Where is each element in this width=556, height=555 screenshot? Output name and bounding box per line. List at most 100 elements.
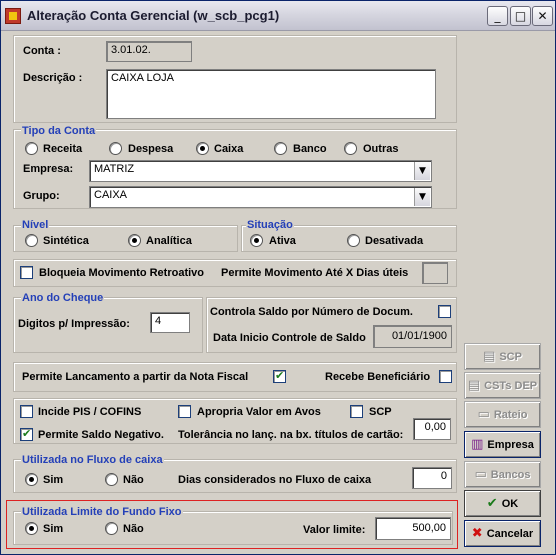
cancelar-button[interactable]: ✖ Cancelar (464, 520, 541, 547)
radio-banco-label: Banco (293, 143, 327, 155)
radio-ativa-label: Ativa (269, 235, 296, 247)
grupo-value: CAIXA (94, 189, 128, 201)
dias-fluxo-field[interactable]: 0 (412, 467, 452, 489)
folder-icon: ▭ (477, 407, 490, 422)
empresa-label: Empresa: (23, 163, 74, 175)
grupo-label: Grupo: (23, 190, 60, 202)
scp-checkbox[interactable] (350, 405, 363, 418)
radio-fundo-nao-label: Não (123, 523, 144, 535)
scp-icon: ▤ (483, 349, 496, 364)
rateio-button-label: Rateio (493, 408, 528, 421)
bancos-button-label: Bancos (490, 468, 531, 481)
empresa-button-label: Empresa (487, 438, 534, 451)
saldo-negativo-checkbox[interactable] (20, 427, 33, 441)
bloqueia-checkbox[interactable] (20, 266, 33, 279)
recebe-beneficiario-checkbox[interactable] (439, 370, 452, 383)
scp-button-label: SCP (499, 350, 522, 363)
radio-banco[interactable] (274, 142, 287, 155)
radio-outras[interactable] (344, 142, 357, 155)
saldo-negativo-label: Permite Saldo Negativo. (38, 429, 164, 441)
controla-saldo-checkbox[interactable] (438, 305, 451, 318)
radio-receita[interactable] (25, 142, 38, 155)
csts-dep-button[interactable]: ▤ CSTs DEP (464, 372, 541, 399)
empresa-button[interactable]: ▥ Empresa (464, 431, 541, 458)
nivel-title: Nível (21, 219, 50, 231)
radio-fluxo-nao[interactable] (105, 473, 118, 486)
scp-button[interactable]: ▤ SCP (464, 343, 541, 370)
ok-button-label: OK (501, 497, 519, 510)
grupo-select[interactable]: CAIXA ▼ (89, 186, 432, 208)
rateio-button[interactable]: ▭ Rateio (464, 401, 541, 428)
permite-lancamento-checkbox[interactable] (273, 369, 286, 383)
cancelar-button-label: Cancelar (486, 527, 534, 540)
close-button[interactable]: ✕ (532, 6, 553, 26)
csts-icon: ▤ (467, 378, 481, 393)
radio-outras-label: Outras (363, 143, 399, 155)
csts-dep-button-label: CSTs DEP (484, 379, 538, 392)
radio-fluxo-sim-label: Sim (43, 474, 64, 486)
radio-receita-label: Receita (43, 143, 83, 155)
conta-field[interactable]: 3.01.02. (106, 41, 192, 62)
digitos-label: Digitos p/ Impressão: (18, 318, 130, 330)
radio-ativa[interactable] (250, 234, 263, 247)
tolerancia-field[interactable]: 0,00 (413, 418, 451, 440)
maximize-button[interactable]: □ (510, 6, 531, 26)
fundo-fixo-title: Utilizada Limite do Fundo Fixo (21, 506, 183, 518)
radio-fluxo-sim[interactable] (25, 473, 38, 486)
minimize-button[interactable]: _ (487, 6, 508, 26)
descricao-field[interactable]: CAIXA LOJA (106, 69, 436, 119)
radio-fundo-sim[interactable] (25, 522, 38, 535)
tipo-conta-title: Tipo da Conta (21, 125, 97, 137)
ok-button[interactable]: ✔ OK (464, 490, 541, 517)
radio-desativada-label: Desativada (365, 235, 424, 247)
controla-saldo-label: Controla Saldo por Número de Docum. (210, 306, 413, 318)
valor-limite-label: Valor limite: (303, 524, 366, 536)
dias-uteis-label: Permite Movimento Até X Dias úteis (221, 267, 409, 279)
check-icon: ✔ (486, 496, 498, 511)
factory-icon: ▥ (471, 437, 484, 452)
radio-sintetica-label: Sintética (43, 235, 89, 247)
dialog-window: Alteração Conta Gerencial (w_scb_pcg1) _… (0, 0, 556, 555)
incide-pis-checkbox[interactable] (20, 405, 33, 418)
radio-caixa[interactable] (196, 142, 209, 155)
empresa-select[interactable]: MATRIZ ▼ (89, 160, 432, 182)
bancos-button[interactable]: ▭ Bancos (464, 461, 541, 488)
data-controle-label: Data Inicio Controle de Saldo (213, 332, 366, 344)
radio-analitica[interactable] (128, 234, 141, 247)
data-controle-field[interactable]: 01/01/1900 (373, 325, 452, 348)
bloqueia-label: Bloqueia Movimento Retroativo (39, 267, 205, 279)
apropria-avos-label: Apropria Valor em Avos (197, 406, 321, 418)
radio-desativada[interactable] (347, 234, 360, 247)
radio-despesa-label: Despesa (128, 143, 174, 155)
title-bar[interactable]: Alteração Conta Gerencial (w_scb_pcg1) _… (1, 1, 555, 31)
scp-label: SCP (369, 406, 392, 418)
apropria-avos-checkbox[interactable] (178, 405, 191, 418)
ano-cheque-title: Ano do Cheque (21, 292, 105, 304)
app-icon (5, 8, 21, 24)
valor-limite-field[interactable]: 500,00 (375, 517, 451, 540)
dias-fluxo-label: Dias considerados no Fluxo de caixa (178, 474, 372, 486)
incide-pis-label: Incide PIS / COFINS (38, 406, 142, 418)
cancel-x-icon: ✖ (471, 526, 483, 541)
digitos-field[interactable]: 4 (150, 312, 190, 333)
descricao-label: Descrição : (23, 72, 83, 84)
radio-caixa-label: Caixa (214, 143, 244, 155)
dias-uteis-field[interactable] (422, 262, 448, 284)
empresa-value: MATRIZ (94, 163, 135, 175)
situacao-title: Situação (246, 219, 294, 231)
permite-lancamento-label: Permite Lancamento a partir da Nota Fisc… (22, 371, 249, 383)
radio-sintetica[interactable] (25, 234, 38, 247)
folder-icon: ▭ (474, 467, 487, 482)
window-title: Alteração Conta Gerencial (w_scb_pcg1) (27, 8, 280, 23)
radio-fundo-nao[interactable] (105, 522, 118, 535)
chevron-down-icon[interactable]: ▼ (414, 188, 430, 206)
fluxo-caixa-title: Utilizada no Fluxo de caixa (21, 454, 164, 466)
recebe-beneficiario-label: Recebe Beneficiário (325, 371, 431, 383)
tolerancia-label: Tolerância no lanç. na bx. títulos de ca… (178, 429, 404, 441)
conta-label: Conta : (23, 45, 61, 57)
radio-fluxo-nao-label: Não (123, 474, 144, 486)
radio-analitica-label: Analítica (146, 235, 192, 247)
radio-fundo-sim-label: Sim (43, 523, 64, 535)
chevron-down-icon[interactable]: ▼ (414, 162, 430, 180)
radio-despesa[interactable] (109, 142, 122, 155)
